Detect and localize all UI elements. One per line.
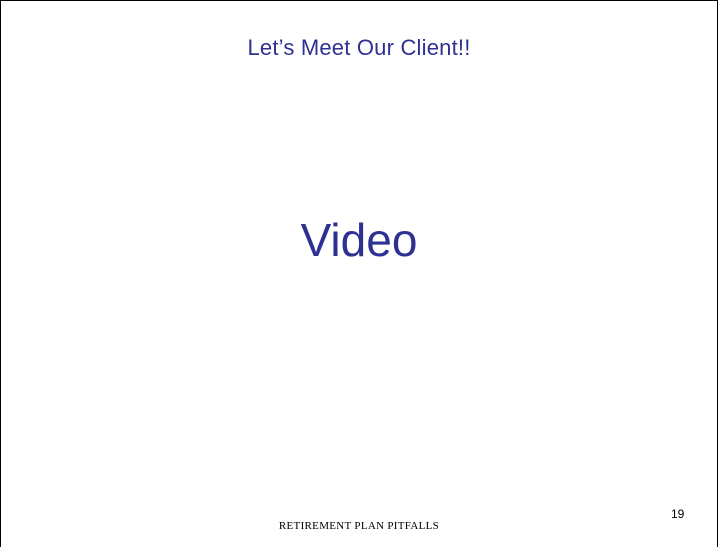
page-number: 19 (671, 507, 685, 521)
slide: Let’s Meet Our Client!! Video 19 RETIREM… (0, 0, 718, 547)
slide-footer: RETIREMENT PLAN PITFALLS (278, 520, 440, 532)
slide-body-text: Video (300, 214, 418, 266)
slide-title: Let’s Meet Our Client!! (247, 35, 471, 60)
